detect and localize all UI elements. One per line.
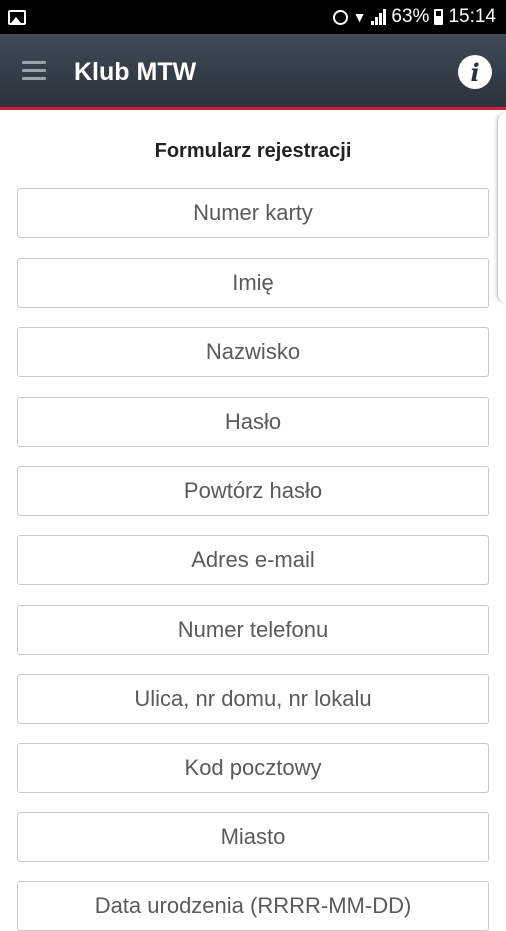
battery-percent: 63% xyxy=(391,6,430,27)
gallery-icon xyxy=(8,9,26,25)
app-bar: Klub MTW i xyxy=(0,34,506,110)
clock: 15:14 xyxy=(448,6,496,27)
wifi-icon: ▼ xyxy=(352,9,367,25)
city-field[interactable] xyxy=(17,812,489,862)
repeat-password-field[interactable] xyxy=(17,466,489,516)
last-name-field[interactable] xyxy=(17,327,489,377)
postal-code-field[interactable] xyxy=(17,743,489,793)
app-title: Klub MTW xyxy=(74,58,197,86)
password-field[interactable] xyxy=(17,397,489,447)
alarm-icon xyxy=(332,9,348,25)
first-name-field[interactable] xyxy=(17,258,489,308)
phone-field[interactable] xyxy=(17,605,489,655)
street-field[interactable] xyxy=(17,674,489,724)
battery-icon xyxy=(434,9,444,25)
birth-date-field[interactable] xyxy=(17,881,489,931)
form-title: Formularz rejestracji xyxy=(154,140,352,162)
card-number-field[interactable] xyxy=(17,188,489,238)
status-bar: ▼ 63% 15:14 xyxy=(0,0,506,34)
info-icon[interactable]: i xyxy=(458,55,492,89)
signal-icon xyxy=(371,9,387,25)
email-field[interactable] xyxy=(17,535,489,585)
menu-icon[interactable] xyxy=(22,61,46,81)
